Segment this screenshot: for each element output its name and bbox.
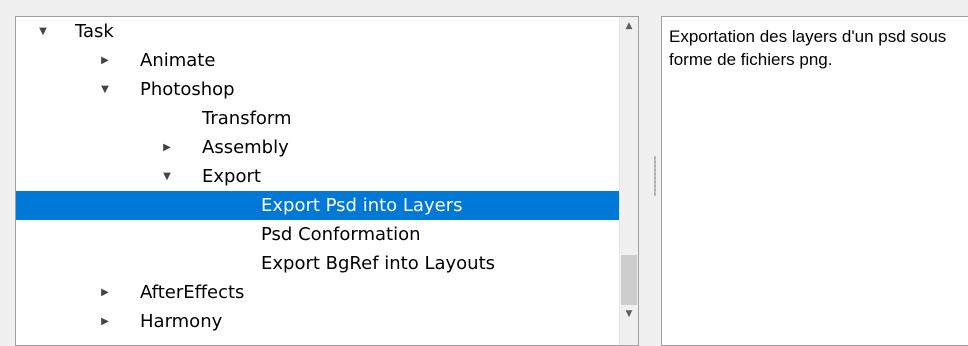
tree-item-label: Export Psd into Layers	[261, 195, 463, 216]
tree-item-export[interactable]: ▼ Export	[16, 162, 621, 191]
task-tree-panel[interactable]: ▼ Task ▶ Animate ▼ Photoshop Transform ▶…	[15, 16, 639, 346]
tree-item-label: Export	[202, 166, 261, 187]
tree-item-label: Assembly	[202, 137, 289, 158]
tree-item-harmony[interactable]: ▶ Harmony	[16, 307, 621, 336]
tree-vertical-scrollbar[interactable]: ▲ ▼	[619, 17, 638, 345]
tree-item-spacer	[222, 220, 236, 249]
scroll-down-arrow-icon[interactable]: ▼	[620, 305, 638, 323]
task-tree-list[interactable]: ▼ Task ▶ Animate ▼ Photoshop Transform ▶…	[16, 17, 621, 345]
tree-item-label: AfterEffects	[140, 282, 245, 303]
description-panel: Exportation des layers d'un psd sous for…	[661, 16, 968, 346]
tree-item-photoshop[interactable]: ▼ Photoshop	[16, 75, 621, 104]
collapse-arrow-icon[interactable]: ▶	[160, 133, 174, 162]
tree-item-psd-conformation[interactable]: Psd Conformation	[16, 220, 621, 249]
collapse-arrow-icon[interactable]: ▶	[98, 307, 112, 336]
tree-item-export-psd-into-layers[interactable]: Export Psd into Layers	[16, 191, 621, 220]
scroll-thumb[interactable]	[621, 255, 637, 305]
expand-arrow-icon[interactable]: ▼	[36, 17, 50, 46]
tree-item-assembly[interactable]: ▶ Assembly	[16, 133, 621, 162]
collapse-arrow-icon[interactable]: ▶	[98, 278, 112, 307]
tree-item-aftereffects[interactable]: ▶ AfterEffects	[16, 278, 621, 307]
tree-item-label: Export BgRef into Layouts	[261, 253, 496, 274]
scroll-track[interactable]	[621, 35, 637, 305]
panel-splitter[interactable]	[640, 16, 661, 327]
splitter-grip-icon	[654, 156, 656, 196]
tree-item-label: Task	[75, 21, 114, 42]
collapse-arrow-icon[interactable]: ▶	[98, 46, 112, 75]
tree-item-task[interactable]: ▼ Task	[16, 17, 621, 46]
tree-item-spacer	[160, 104, 174, 133]
tree-item-label: Psd Conformation	[261, 224, 421, 245]
expand-arrow-icon[interactable]: ▼	[160, 162, 174, 191]
tree-item-label: Photoshop	[140, 79, 235, 100]
tree-item-spacer	[222, 191, 236, 220]
tree-item-export-bgref-into-layouts[interactable]: Export BgRef into Layouts	[16, 249, 621, 278]
scroll-up-arrow-icon[interactable]: ▲	[620, 17, 638, 35]
tree-item-label: Animate	[140, 50, 216, 71]
tree-item-label: Transform	[202, 108, 292, 129]
expand-arrow-icon[interactable]: ▼	[98, 75, 112, 104]
tree-item-label: Harmony	[140, 311, 223, 332]
task-description-text: Exportation des layers d'un psd sous for…	[669, 27, 947, 69]
tree-item-spacer	[222, 249, 236, 278]
tree-item-transform[interactable]: Transform	[16, 104, 621, 133]
tree-item-animate[interactable]: ▶ Animate	[16, 46, 621, 75]
